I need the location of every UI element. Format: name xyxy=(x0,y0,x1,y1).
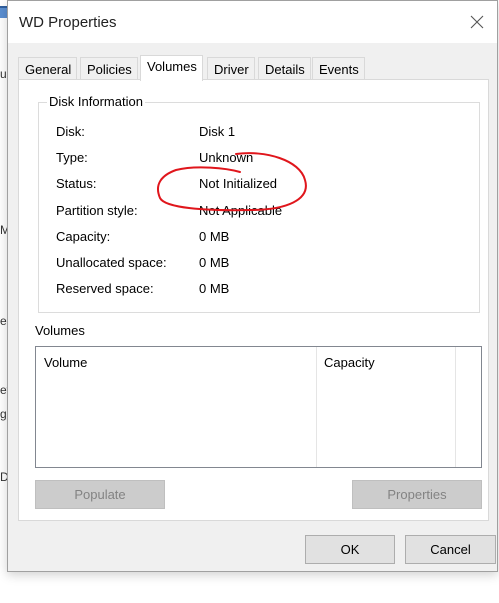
disk-value: Disk 1 xyxy=(199,124,236,139)
capacity-value: 0 MB xyxy=(199,229,230,244)
properties-dialog: WD Properties General Policies Volumes D… xyxy=(7,0,498,572)
column-header-volume[interactable]: Volume xyxy=(44,355,87,370)
column-divider[interactable] xyxy=(316,347,317,467)
volumes-tab-page: Disk Information Disk: Disk 1 Type: Unkn… xyxy=(18,79,489,521)
background-text: g xyxy=(0,407,7,421)
status-label: Status: xyxy=(56,176,97,191)
cancel-button[interactable]: Cancel xyxy=(405,535,496,564)
unallocated-space-label: Unallocated space: xyxy=(56,255,167,270)
volumes-label: Volumes xyxy=(35,323,85,338)
tab-details[interactable]: Details xyxy=(258,57,311,79)
capacity-label: Capacity: xyxy=(56,229,111,244)
close-icon xyxy=(470,15,484,29)
reserved-space-label: Reserved space: xyxy=(56,281,154,296)
tab-policies[interactable]: Policies xyxy=(80,57,138,79)
partition-style-label: Partition style: xyxy=(56,203,138,218)
tab-general[interactable]: General xyxy=(18,57,78,79)
properties-button[interactable]: Properties xyxy=(352,480,482,509)
volumes-list[interactable]: Volume Capacity xyxy=(35,346,482,468)
disk-label: Disk: xyxy=(56,124,85,139)
column-divider[interactable] xyxy=(455,347,456,467)
type-label: Type: xyxy=(56,150,88,165)
tab-events[interactable]: Events xyxy=(312,57,365,79)
title-bar: WD Properties xyxy=(8,1,497,43)
close-button[interactable] xyxy=(457,1,497,43)
partition-style-value: Not Applicable xyxy=(199,203,283,218)
ok-button[interactable]: OK xyxy=(305,535,395,564)
unallocated-space-value: 0 MB xyxy=(199,255,230,270)
dialog-title: WD Properties xyxy=(19,14,117,31)
background-text: u xyxy=(0,67,7,81)
column-header-capacity[interactable]: Capacity xyxy=(324,355,375,370)
status-value: Not Initialized xyxy=(199,176,278,191)
populate-button[interactable]: Populate xyxy=(35,480,165,509)
group-label: Disk Information xyxy=(47,94,145,109)
type-value: Unknown xyxy=(199,150,254,165)
tab-driver[interactable]: Driver xyxy=(207,57,255,79)
reserved-space-value: 0 MB xyxy=(199,281,230,296)
disk-information-group: Disk Information Disk: Disk 1 Type: Unkn… xyxy=(38,94,480,313)
tab-volumes[interactable]: Volumes xyxy=(140,55,203,81)
